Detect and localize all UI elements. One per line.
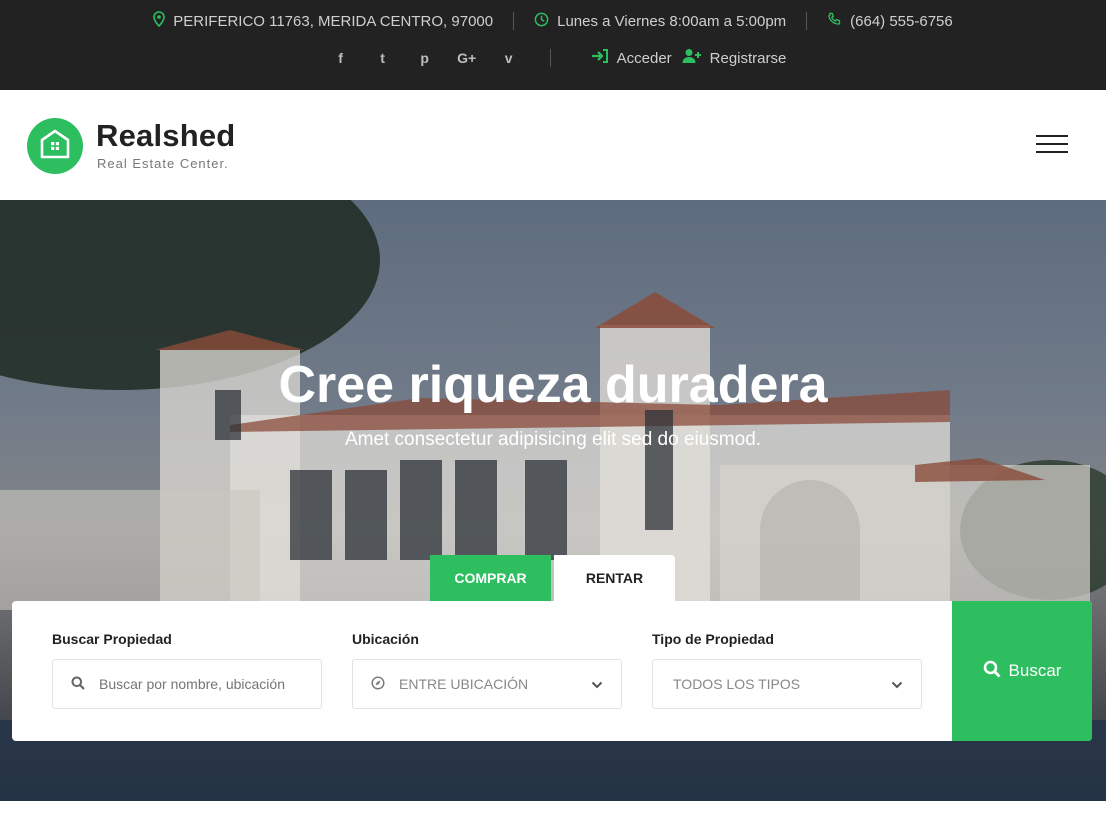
hamburger-icon <box>1036 135 1068 137</box>
site-header: Realshed Real Estate Center. <box>0 90 1106 200</box>
register-link[interactable]: Registrarse <box>682 48 787 68</box>
google-plus-icon[interactable]: G+ <box>446 50 488 66</box>
hours-text: Lunes a Viernes 8:00am a 5:00pm <box>557 12 787 30</box>
clock-icon <box>534 12 549 31</box>
property-type-select[interactable]: TODOS LOS TIPOS <box>652 659 922 709</box>
logo[interactable] <box>27 118 83 174</box>
chevron-down-icon <box>591 676 603 692</box>
facebook-icon[interactable]: f <box>320 50 362 66</box>
register-label: Registrarse <box>709 49 787 67</box>
property-search-input[interactable] <box>99 676 289 692</box>
house-icon <box>38 127 72 166</box>
login-link[interactable]: Acceder <box>591 49 672 67</box>
location-select[interactable]: ENTRE UBICACIÓN <box>352 659 622 709</box>
hero-subtitle: Amet consectetur adipisicing elit sed do… <box>344 429 762 450</box>
property-search-label: Buscar Propiedad <box>52 631 172 647</box>
auth-links: Acceder Registrarse <box>551 48 787 68</box>
search-button[interactable]: Buscar <box>952 601 1092 741</box>
property-type-label: Tipo de Propiedad <box>652 631 774 647</box>
location-field: Ubicación ENTRE UBICACIÓN <box>352 631 622 709</box>
brand-name[interactable]: Realshed <box>96 118 235 154</box>
map-pin-icon <box>153 11 166 31</box>
search-tabs: COMPRAR RENTAR <box>430 555 675 601</box>
hours-info: Lunes a Viernes 8:00am a 5:00pm <box>514 12 806 31</box>
property-search-form: Buscar Propiedad Ubicación ENTRE UBICACI… <box>12 601 1092 741</box>
compass-icon <box>371 675 385 693</box>
brand-tagline: Real Estate Center. <box>97 156 229 171</box>
search-icon <box>983 660 1001 683</box>
property-search-field: Buscar Propiedad <box>52 631 322 709</box>
vimeo-icon[interactable]: v <box>488 50 530 66</box>
phone-icon <box>827 12 842 31</box>
contact-info-row: PERIFERICO 11763, MERIDA CENTRO, 97000 L… <box>0 10 1106 32</box>
phone-text: (664) 555-6756 <box>850 12 953 30</box>
property-type-field: Tipo de Propiedad TODOS LOS TIPOS <box>652 631 922 709</box>
location-label: Ubicación <box>352 631 419 647</box>
hero-title: Cree riqueza duradera <box>278 356 828 414</box>
menu-toggle-button[interactable] <box>1036 135 1068 153</box>
twitter-icon[interactable]: t <box>362 50 404 66</box>
top-bar: PERIFERICO 11763, MERIDA CENTRO, 97000 L… <box>0 0 1106 90</box>
social-links: f t p G+ v <box>320 50 550 66</box>
phone-info[interactable]: (664) 555-6756 <box>807 12 973 31</box>
address-text: PERIFERICO 11763, MERIDA CENTRO, 97000 <box>173 12 494 30</box>
search-button-label: Buscar <box>1008 661 1062 680</box>
location-select-value: ENTRE UBICACIÓN <box>399 676 529 692</box>
social-auth-row: f t p G+ v Acceder Registrarse <box>0 47 1106 69</box>
search-icon <box>71 676 85 693</box>
user-plus-icon <box>682 48 702 68</box>
property-search-control[interactable] <box>52 659 322 709</box>
login-label: Acceder <box>616 49 672 67</box>
sign-in-icon <box>591 49 609 67</box>
tab-rent[interactable]: RENTAR <box>554 555 675 601</box>
property-type-select-value: TODOS LOS TIPOS <box>673 676 801 692</box>
pinterest-icon[interactable]: p <box>404 50 446 66</box>
hero-banner: Cree riqueza duradera Amet consectetur a… <box>0 200 1106 801</box>
chevron-down-icon <box>891 676 903 692</box>
tab-buy[interactable]: COMPRAR <box>430 555 551 601</box>
address-info: PERIFERICO 11763, MERIDA CENTRO, 97000 <box>133 11 513 31</box>
